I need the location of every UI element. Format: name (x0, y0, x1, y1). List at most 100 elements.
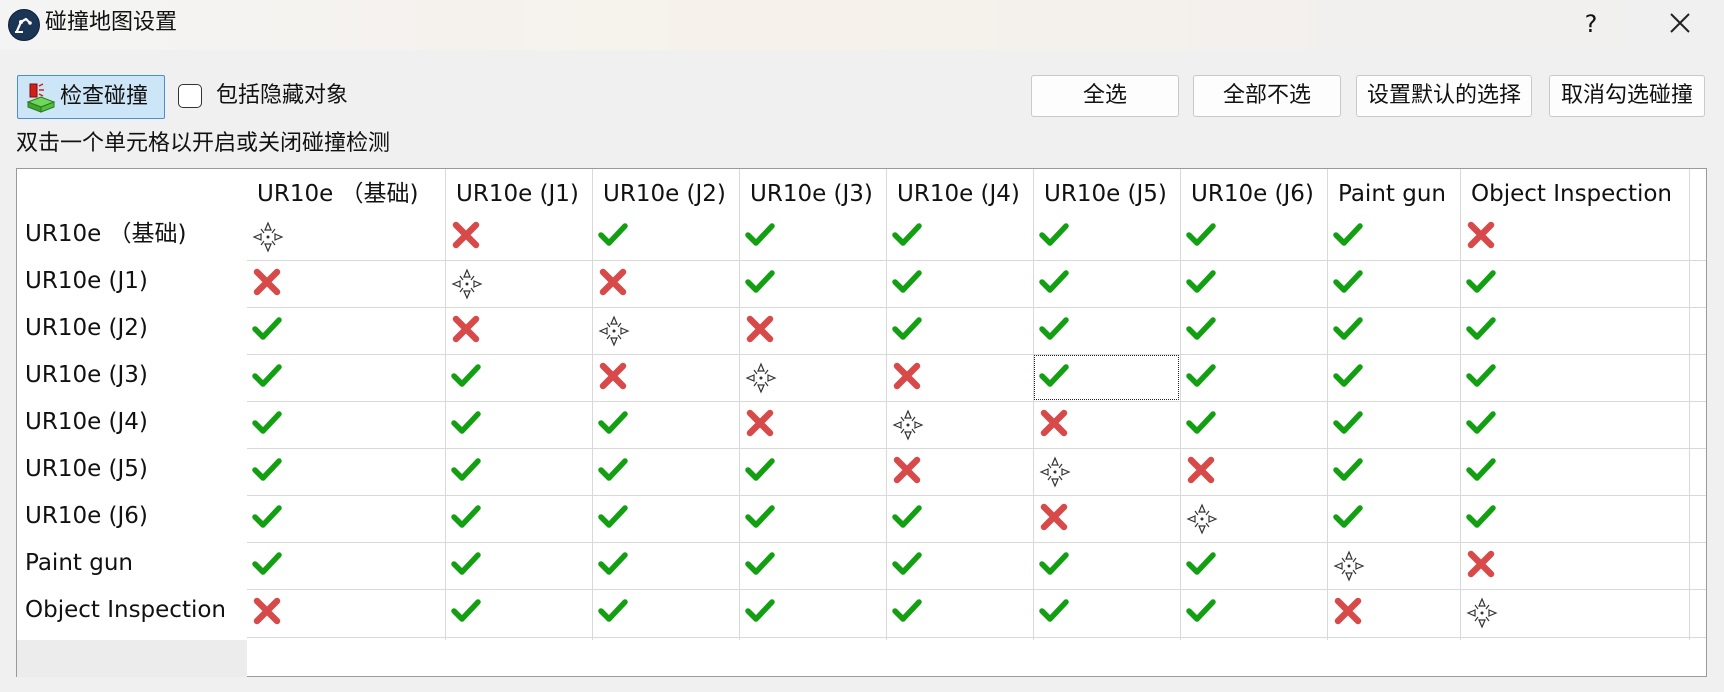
matrix-cell[interactable] (886, 495, 1033, 542)
uncheck-collisions-button[interactable]: 取消勾选碰撞 (1549, 75, 1705, 117)
matrix-cell[interactable] (1180, 260, 1327, 307)
matrix-cell[interactable] (445, 589, 592, 637)
include-hidden-checkbox[interactable] (178, 84, 202, 108)
matrix-cell[interactable] (1327, 589, 1460, 637)
matrix-cell[interactable] (592, 354, 739, 401)
matrix-cell[interactable] (886, 307, 1033, 354)
matrix-cell[interactable] (1033, 307, 1180, 354)
check-icon (1186, 364, 1216, 387)
check-icon (1333, 364, 1363, 387)
matrix-cell[interactable] (1460, 401, 1689, 448)
matrix-cell[interactable] (1327, 213, 1460, 260)
set-default-selection-button[interactable]: 设置默认的选择 (1356, 75, 1532, 117)
matrix-cell[interactable] (445, 401, 592, 448)
cross-icon (452, 221, 480, 249)
cross-icon (1040, 409, 1068, 437)
matrix-cell[interactable] (886, 260, 1033, 307)
matrix-cell[interactable] (1180, 354, 1327, 401)
matrix-cell[interactable] (1460, 542, 1689, 589)
matrix-cell[interactable] (886, 354, 1033, 401)
select-none-button[interactable]: 全部不选 (1193, 75, 1341, 117)
matrix-cell[interactable] (1033, 354, 1180, 401)
matrix-cell[interactable] (592, 260, 739, 307)
matrix-cell[interactable] (1327, 307, 1460, 354)
matrix-cell[interactable] (739, 307, 886, 354)
select-all-button[interactable]: 全选 (1031, 75, 1179, 117)
help-button[interactable]: ? (1570, 6, 1612, 42)
matrix-cell[interactable] (246, 354, 445, 401)
matrix-cell[interactable] (1033, 213, 1180, 260)
check-icon (1186, 552, 1216, 575)
matrix-cell[interactable] (1033, 589, 1180, 637)
matrix-cell[interactable] (1033, 401, 1180, 448)
check-icon (1039, 270, 1069, 293)
close-button[interactable] (1656, 6, 1704, 42)
hint-text: 双击一个单元格以开启或关闭碰撞检测 (16, 131, 391, 156)
matrix-cell[interactable] (886, 542, 1033, 589)
matrix-cell[interactable] (1460, 213, 1689, 260)
check-icon (252, 505, 282, 528)
matrix-cell[interactable] (1033, 260, 1180, 307)
matrix-cell[interactable] (1033, 542, 1180, 589)
row-header: UR10e (J3) (25, 362, 148, 388)
matrix-cell[interactable] (445, 354, 592, 401)
empty-row-area (17, 640, 247, 677)
matrix-cell[interactable] (1460, 260, 1689, 307)
matrix-cell[interactable] (886, 589, 1033, 637)
matrix-cell[interactable] (1180, 448, 1327, 495)
column-header: Object Inspection (1471, 181, 1673, 207)
check-icon (598, 552, 628, 575)
matrix-cell[interactable] (739, 448, 886, 495)
matrix-cell[interactable] (592, 589, 739, 637)
matrix-cell[interactable] (1327, 260, 1460, 307)
matrix-cell[interactable] (1327, 354, 1460, 401)
matrix-cell[interactable] (246, 448, 445, 495)
matrix-cell[interactable] (445, 542, 592, 589)
matrix-cell[interactable] (1033, 495, 1180, 542)
cross-icon (253, 268, 281, 296)
matrix-cell[interactable] (886, 213, 1033, 260)
matrix-cell[interactable] (246, 260, 445, 307)
matrix-cell[interactable] (592, 495, 739, 542)
matrix-cell[interactable] (246, 589, 445, 637)
matrix-cell[interactable] (246, 307, 445, 354)
matrix-cell (1327, 542, 1460, 589)
matrix-cell[interactable] (1460, 354, 1689, 401)
matrix-cell[interactable] (739, 260, 886, 307)
matrix-cell[interactable] (1327, 495, 1460, 542)
matrix-cell[interactable] (1460, 307, 1689, 354)
matrix-cell[interactable] (1327, 448, 1460, 495)
matrix-cell[interactable] (1180, 401, 1327, 448)
matrix-cell[interactable] (1180, 542, 1327, 589)
check-collision-button[interactable]: 检查碰撞 (17, 75, 165, 119)
matrix-cell[interactable] (445, 213, 592, 260)
matrix-cell[interactable] (1180, 589, 1327, 637)
matrix-cell[interactable] (739, 401, 886, 448)
matrix-cell[interactable] (739, 213, 886, 260)
matrix-cell[interactable] (1460, 495, 1689, 542)
matrix-cell[interactable] (592, 448, 739, 495)
matrix-cell[interactable] (445, 495, 592, 542)
matrix-cell[interactable] (592, 213, 739, 260)
matrix-cell[interactable] (246, 401, 445, 448)
matrix-cell[interactable] (739, 589, 886, 637)
matrix-cell[interactable] (592, 542, 739, 589)
matrix-cell[interactable] (1180, 213, 1327, 260)
check-icon (892, 599, 922, 622)
matrix-cell[interactable] (1180, 307, 1327, 354)
matrix-cell[interactable] (246, 542, 445, 589)
matrix-cell[interactable] (445, 448, 592, 495)
matrix-cell (739, 354, 886, 401)
matrix-cell[interactable] (739, 495, 886, 542)
check-icon (598, 505, 628, 528)
matrix-cell[interactable] (246, 495, 445, 542)
matrix-cell[interactable] (1327, 401, 1460, 448)
matrix-cell[interactable] (1460, 448, 1689, 495)
matrix-cell[interactable] (592, 401, 739, 448)
matrix-cell[interactable] (886, 448, 1033, 495)
check-icon (1039, 364, 1069, 387)
matrix-cell[interactable] (445, 307, 592, 354)
check-icon (1186, 599, 1216, 622)
matrix-cell[interactable] (739, 542, 886, 589)
check-icon (1333, 411, 1363, 434)
